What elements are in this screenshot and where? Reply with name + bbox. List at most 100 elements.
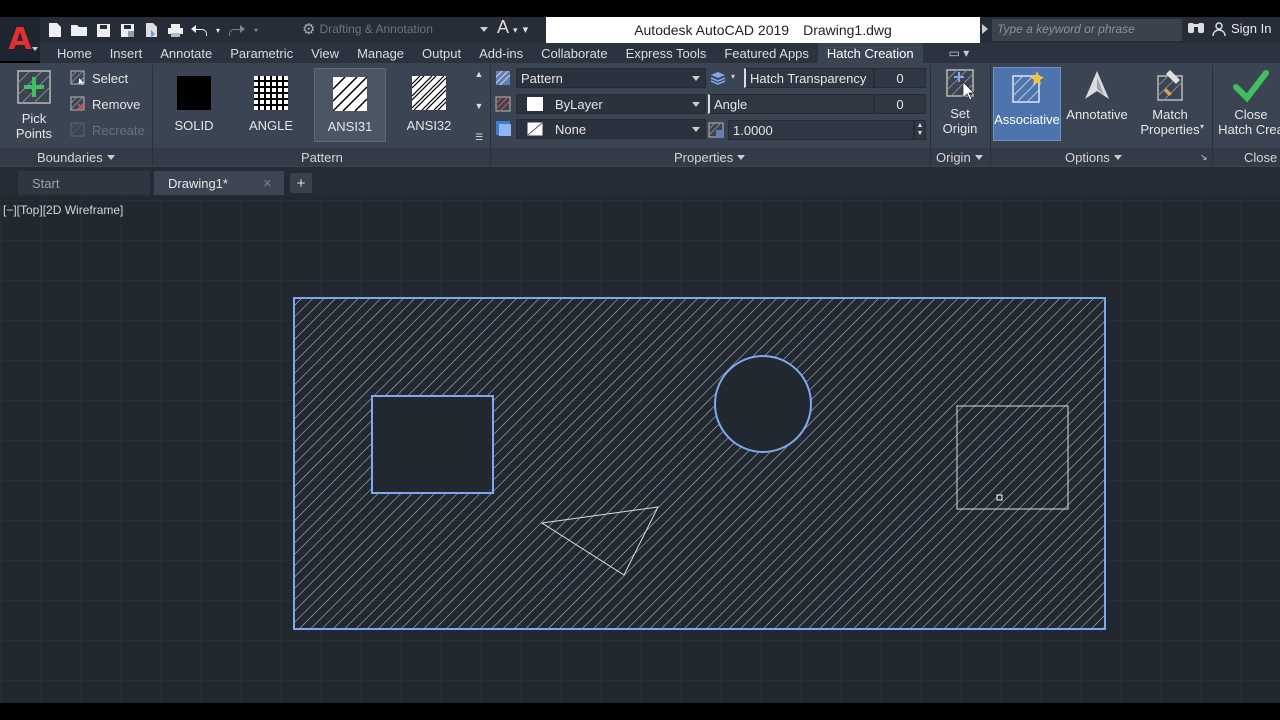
associative-button[interactable]: Associative [993,67,1061,141]
publish-icon[interactable] [142,21,160,39]
none-swatch-icon [527,122,543,136]
options-label-text: Options [1065,149,1110,165]
window-title: Autodesk AutoCAD 2019 Drawing1.dwg [546,17,980,43]
hatch-type-dropdown[interactable]: Pattern [516,68,706,88]
open-folder-icon[interactable] [70,21,88,39]
redo-icon[interactable] [228,21,246,39]
tab-start[interactable]: Start [18,171,150,195]
pattern-gallery-scroller[interactable]: ▲ ▼ ☰ [472,69,486,143]
tab-annotate[interactable]: Annotate [151,43,221,63]
tab-parametric[interactable]: Parametric [221,43,302,63]
origin-label-text: Origin [936,149,971,165]
drawing-area[interactable] [0,197,1280,703]
tab-manage[interactable]: Manage [348,43,413,63]
close-label-1: Close [1234,107,1268,122]
spinner-up-icon[interactable]: ▲ [917,122,924,130]
hatch-transparency-value[interactable]: 0 [874,68,926,88]
swatch-label: ANGLE [248,118,294,133]
hatch-color-dropdown[interactable]: ByLayer [516,94,706,114]
hatch-layer-icon[interactable] [710,70,726,86]
chevron-down-icon [32,47,38,51]
circle-island[interactable] [714,355,812,453]
tab-add-ins[interactable]: Add-ins [470,43,532,63]
redo-dropdown-icon[interactable]: ▾ [252,21,260,39]
chevron-down-icon [692,127,700,132]
tab-hatch-creation[interactable]: Hatch Creation [817,43,923,63]
set-origin-button[interactable]: Set Origin [936,68,984,136]
expand-arrow-icon[interactable] [982,24,988,34]
set-origin-label-2: Origin [942,121,978,136]
pattern-swatch-ansi32[interactable]: ANSI32 [393,68,465,142]
application-menu-button[interactable]: A [0,17,40,61]
angle-field[interactable]: Angle [708,94,874,114]
options-panel-label[interactable]: Options [1065,149,1122,165]
sign-in-button[interactable]: Sign In [1212,21,1271,36]
gallery-expand-icon[interactable]: ☰ [475,132,483,143]
sign-in-label: Sign In [1231,21,1272,36]
panel-divider [152,65,153,165]
pattern-swatch-angle[interactable]: ANGLE [235,68,307,142]
tab-insert[interactable]: Insert [101,43,152,63]
pick-points-button[interactable]: Pick Points [4,69,64,141]
tab-collaborate[interactable]: Collaborate [532,43,617,63]
hatch-color-icon [495,96,511,112]
select-boundary-button[interactable]: Select [70,70,128,86]
print-icon[interactable] [166,21,184,39]
boundaries-panel-label[interactable]: Boundaries [37,149,115,165]
close-icon[interactable]: ✕ [263,177,272,190]
viewport-controls[interactable]: [−][Top][2D Wireframe] [3,203,123,217]
pick-points-icon [17,70,51,104]
tab-featured-apps[interactable]: Featured Apps [715,43,818,63]
scale-spinner[interactable]: ▲ ▼ [914,120,926,140]
scroll-up-icon[interactable]: ▲ [475,69,484,79]
search-input[interactable]: Type a keyword or phrase [992,19,1182,41]
drawing-canvas[interactable] [0,197,1280,703]
origin-panel-label[interactable]: Origin [936,149,983,165]
scale-value: 1.0000 [733,122,773,138]
close-hatch-creation-button[interactable]: Close Hatch Crea [1216,69,1280,137]
pattern-swatch-ansi31[interactable]: ANSI31 [314,68,386,142]
tab-output[interactable]: Output [413,43,470,63]
binoculars-icon[interactable] [1187,19,1205,39]
recreate-boundary-button[interactable]: Recreate [70,122,145,138]
spinner-down-icon[interactable]: ▼ [917,130,924,138]
tab-view[interactable]: View [302,43,348,63]
associative-label: Associative [994,112,1060,127]
match-properties-button[interactable]: Match Properties [1138,68,1202,137]
save-as-icon[interactable] [118,21,136,39]
angle-value[interactable]: 0 [874,94,926,114]
swatch-label: ANSI32 [406,118,452,133]
text-style-icon[interactable]: A ▾ ▾ [497,17,528,38]
match-properties-dropdown-icon[interactable]: ▾ [1200,122,1204,131]
ribbon-display-toggle-icon[interactable]: ▭ ▾ [949,46,970,60]
match-properties-label-1: Match [1152,107,1188,122]
save-icon[interactable] [94,21,112,39]
remove-boundary-button[interactable]: Remove [70,96,140,112]
background-color-icon [496,121,511,136]
panel-divider [490,65,491,165]
chevron-down-icon [106,154,115,160]
panel-divider [1212,65,1213,165]
annotative-button[interactable]: Annotative [1064,69,1130,122]
tab-home[interactable]: Home [48,43,101,63]
workspace-dropdown[interactable]: ⚙ Drafting & Annotation [302,19,492,39]
new-file-icon[interactable] [46,21,64,39]
pattern-panel-label: Pattern [301,149,343,165]
hatch-transparency-field[interactable]: Hatch Transparency [744,68,874,88]
undo-icon[interactable] [190,21,208,39]
pattern-swatch-solid[interactable]: SOLID [158,68,230,142]
properties-panel-label[interactable]: Properties [674,149,746,165]
layer-dropdown-icon[interactable]: ▾ [731,72,735,81]
tab-drawing1[interactable]: Drawing1* ✕ [154,171,284,195]
set-origin-label-1: Set [950,106,970,121]
undo-dropdown-icon[interactable]: ▾ [214,21,222,39]
tab-express-tools[interactable]: Express Tools [617,43,716,63]
square-island[interactable] [371,395,494,494]
scroll-down-icon[interactable]: ▼ [475,101,484,111]
annotative-icon [1085,71,1109,99]
remove-boundary-icon [70,96,85,111]
background-color-dropdown[interactable]: None [516,119,706,139]
new-tab-button[interactable]: + [290,173,312,193]
options-dialog-launcher-icon[interactable]: ↘ [1200,152,1208,163]
scale-field[interactable]: 1.0000 [728,120,914,140]
